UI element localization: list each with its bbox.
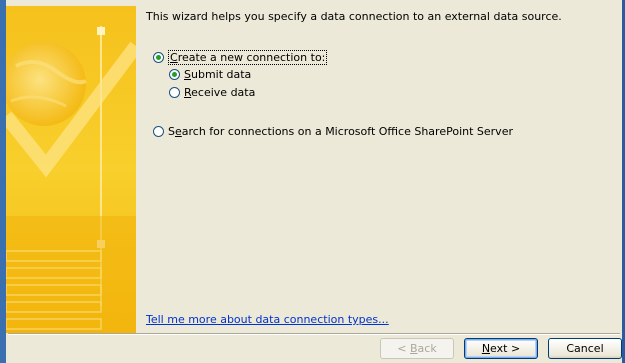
cancel-button[interactable]: Cancel — [548, 338, 622, 359]
radio-indicator[interactable] — [169, 87, 180, 98]
wizard-banner-image — [6, 6, 136, 333]
next-button[interactable]: Next > — [464, 338, 538, 359]
radio-indicator[interactable] — [169, 69, 180, 80]
create-new-connection-label: Create a new connection to: — [168, 50, 328, 65]
search-sharepoint-radio[interactable]: Search for connections on a Microsoft Of… — [153, 125, 513, 138]
help-link[interactable]: Tell me more about data connection types… — [146, 313, 389, 326]
wizard-content: This wizard helps you specify a data con… — [136, 0, 622, 330]
create-new-connection-radio[interactable]: Create a new connection to: — [153, 50, 328, 65]
receive-data-radio[interactable]: Receive data — [169, 86, 255, 99]
footer-separator — [8, 333, 620, 335]
submit-data-radio[interactable]: Submit data — [169, 68, 251, 81]
radio-indicator[interactable] — [153, 52, 164, 63]
search-sharepoint-label: Search for connections on a Microsoft Of… — [168, 125, 513, 138]
receive-data-label: Receive data — [184, 86, 256, 99]
radio-indicator[interactable] — [153, 126, 164, 137]
submit-data-label: Submit data — [184, 68, 252, 81]
back-button[interactable]: < Back — [380, 338, 454, 359]
intro-text: This wizard helps you specify a data con… — [146, 10, 562, 23]
